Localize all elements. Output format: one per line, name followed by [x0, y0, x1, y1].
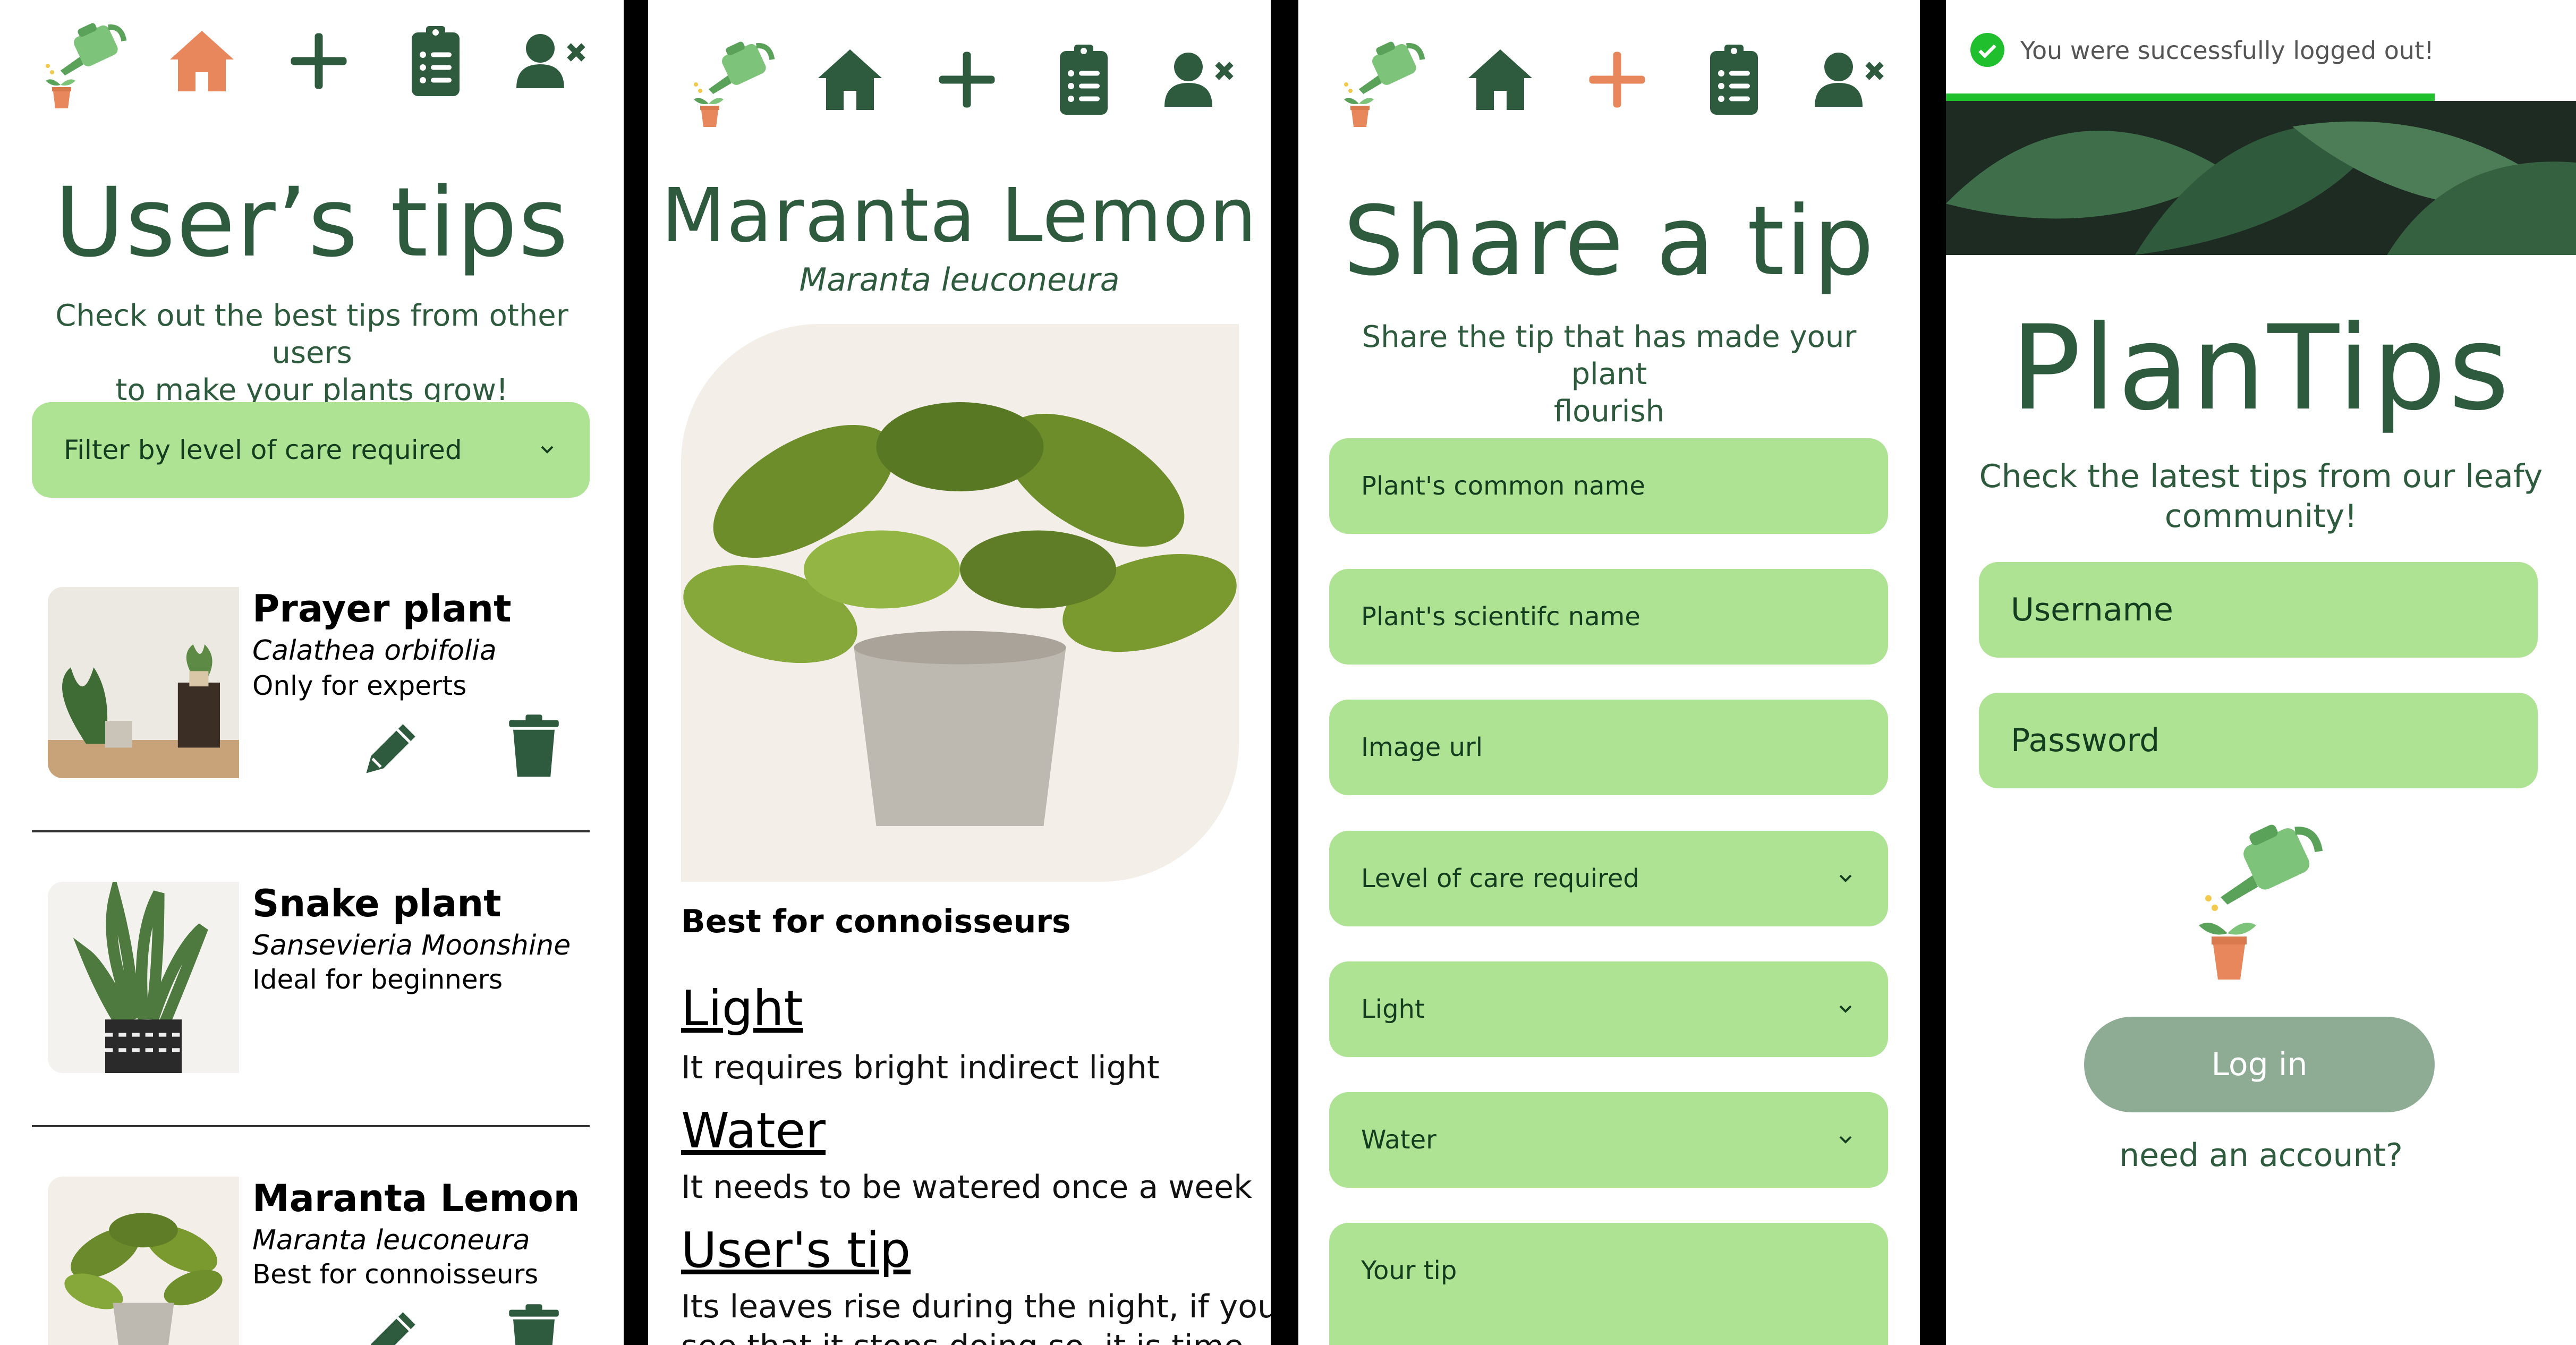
leaves-banner: [1946, 101, 2576, 255]
divider: [32, 830, 590, 832]
subtitle-line: Check the latest tips from our leafy: [1979, 458, 2543, 495]
chevron-down-icon: [1835, 868, 1856, 889]
user-remove-icon[interactable]: [1158, 40, 1238, 120]
common-name-field[interactable]: Plant's common name: [1329, 438, 1888, 534]
light-text: It requires bright indirect light: [681, 1049, 1160, 1086]
water-text: It needs to be watered once a week: [681, 1169, 1252, 1206]
chevron-down-icon: [537, 439, 558, 461]
care-level-filter[interactable]: Filter by level of care required: [32, 402, 590, 498]
edit-pencil-icon[interactable]: [356, 714, 425, 784]
water-select[interactable]: Water: [1329, 1092, 1888, 1188]
light-heading: Light: [681, 980, 803, 1037]
plant-thumbnail: [48, 1177, 239, 1345]
plant-scientific-name: Calathea orbifolia: [252, 635, 497, 667]
field-placeholder: Plant's common name: [1361, 471, 1645, 501]
user-remove-icon[interactable]: [1808, 40, 1888, 120]
plant-scientific-name: Sansevieria Moonshine: [252, 930, 571, 961]
app-subtitle: Check the latest tips from our leafy com…: [1967, 457, 2555, 537]
plant-name: Prayer plant: [252, 587, 512, 631]
scientific-name-field[interactable]: Plant's scientifc name: [1329, 569, 1888, 665]
watering-can-logo-icon[interactable]: [681, 29, 787, 135]
share-tip-screen: Share a tip Share the tip that has made …: [1298, 0, 1920, 1345]
care-level: Only for experts: [252, 670, 467, 701]
select-label: Level of care required: [1361, 864, 1639, 893]
delete-trash-icon[interactable]: [499, 712, 568, 781]
top-nav: [648, 29, 1271, 127]
plus-icon[interactable]: [927, 40, 1007, 120]
subtitle-line: Share the tip that has made your plant: [1362, 320, 1857, 391]
password-input[interactable]: Password: [1979, 693, 2538, 788]
field-placeholder: Password: [2011, 722, 2160, 759]
clipboard-icon[interactable]: [396, 21, 475, 101]
filter-label: Filter by level of care required: [64, 435, 462, 465]
login-screen: You were successfully logged out! PlanTi…: [1946, 0, 2576, 1345]
field-placeholder: Plant's scientifc name: [1361, 602, 1640, 632]
select-label: Light: [1361, 994, 1425, 1024]
home-icon[interactable]: [810, 40, 890, 120]
user-remove-icon[interactable]: [510, 21, 590, 101]
edit-pencil-icon[interactable]: [356, 1303, 425, 1345]
water-heading: Water: [681, 1102, 826, 1159]
plant-thumbnail: [48, 882, 239, 1073]
watering-can-logo-icon[interactable]: [33, 11, 139, 117]
users-tips-screen: User’s tips Check out the best tips from…: [0, 0, 624, 1345]
field-placeholder: Image url: [1361, 733, 1483, 762]
divider: [32, 1125, 590, 1127]
plant-scientific-name: Maranta leuconeura: [252, 1224, 530, 1256]
plant-name: Snake plant: [252, 882, 501, 925]
home-icon[interactable]: [162, 21, 242, 101]
watering-can-logo-icon: [2180, 813, 2339, 993]
page-subtitle: Share the tip that has made your plant f…: [1320, 319, 1899, 430]
clipboard-icon[interactable]: [1044, 40, 1124, 120]
light-select[interactable]: Light: [1329, 961, 1888, 1057]
subtitle-line: Check out the best tips from other users: [55, 299, 568, 370]
app-title: PlanTips: [2010, 300, 2512, 436]
login-button[interactable]: Log in: [2084, 1017, 2435, 1112]
home-icon[interactable]: [1460, 40, 1540, 120]
care-level: Best for connoisseurs: [681, 903, 1071, 940]
clipboard-icon[interactable]: [1694, 40, 1774, 120]
user-tip-heading: User's tip: [681, 1222, 911, 1279]
plus-icon[interactable]: [279, 21, 359, 101]
image-url-field[interactable]: Image url: [1329, 700, 1888, 795]
user-tip-text: see that it stops doing so, it is time: [681, 1328, 1244, 1345]
care-level-select[interactable]: Level of care required: [1329, 831, 1888, 926]
subtitle-line: flourish: [1553, 394, 1665, 429]
need-account-link[interactable]: need an account?: [1946, 1137, 2576, 1174]
plant-detail-screen: Maranta Lemon Maranta leuconeura Best fo…: [648, 0, 1271, 1345]
page-title: User’s tips: [54, 167, 569, 278]
page-title: Share a tip: [1343, 186, 1875, 297]
delete-trash-icon[interactable]: [499, 1301, 568, 1345]
care-level: Ideal for beginners: [252, 964, 503, 995]
plant-image: [681, 324, 1239, 882]
check-circle-icon: [1970, 33, 2004, 67]
user-tip-text: Its leaves rise during the night, if you: [681, 1288, 1271, 1325]
plus-icon[interactable]: [1577, 40, 1657, 120]
field-placeholder: Username: [2011, 591, 2173, 628]
plant-scientific-name: Maranta leuconeura: [799, 261, 1120, 299]
watering-can-logo-icon[interactable]: [1331, 29, 1438, 135]
username-input[interactable]: Username: [1979, 562, 2538, 658]
toast-message: You were successfully logged out!: [2020, 36, 2434, 65]
page-subtitle: Check out the best tips from other users…: [21, 297, 602, 409]
top-nav: [1298, 29, 1920, 127]
select-label: Water: [1361, 1125, 1436, 1155]
plant-title: Maranta Lemon: [661, 173, 1258, 259]
plant-thumbnail: [48, 587, 239, 778]
chevron-down-icon: [1835, 1129, 1856, 1151]
logout-toast: You were successfully logged out!: [1946, 0, 2576, 101]
chevron-down-icon: [1835, 999, 1856, 1020]
tip-textarea[interactable]: Your tip: [1329, 1223, 1888, 1345]
subtitle-line: community!: [2164, 498, 2358, 535]
field-placeholder: Your tip: [1361, 1256, 1457, 1286]
care-level: Best for connoisseurs: [252, 1259, 539, 1290]
toast-progress-bar: [1946, 93, 2435, 101]
top-nav: [0, 11, 624, 108]
plant-name: Maranta Lemon: [252, 1177, 580, 1220]
